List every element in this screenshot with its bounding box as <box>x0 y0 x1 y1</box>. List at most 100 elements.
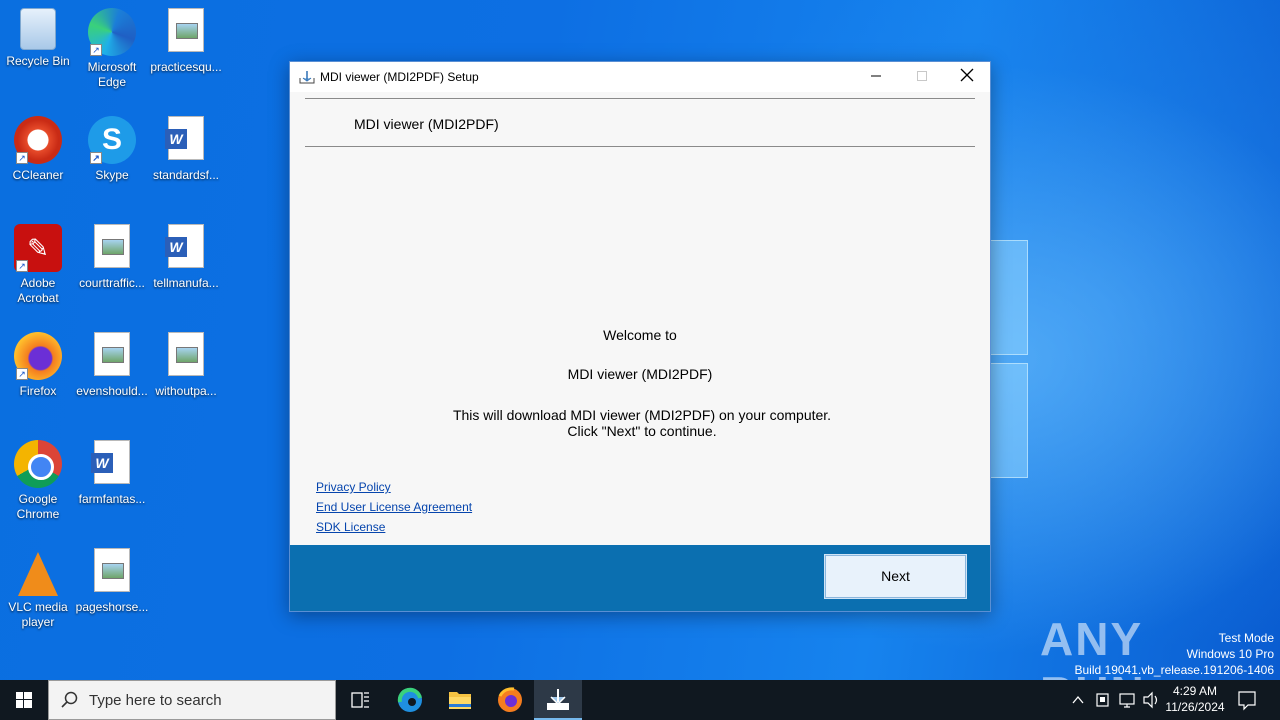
speaker-icon <box>1143 691 1158 709</box>
desktop-icon-ccleaner[interactable]: ↗ CCleaner <box>0 116 76 183</box>
taskbar-clock[interactable]: 4:29 AM 11/26/2024 <box>1160 683 1230 715</box>
search-icon <box>61 691 78 708</box>
vlc-icon <box>14 548 62 596</box>
edge-icon: ↗ <box>88 8 136 56</box>
edge-icon <box>397 687 422 712</box>
description-line-2: Click "Next" to continue. <box>567 423 717 439</box>
desktop-icon-adobe-acrobat[interactable]: ✎ ↗ Adobe Acrobat <box>0 224 76 306</box>
footer-bar: Next <box>290 545 990 611</box>
desktop-icon-label: practicesqu... <box>150 60 222 74</box>
taskbar: Type here to search 4:29 AM 11/26/2024 <box>0 680 1280 720</box>
next-button[interactable]: Next <box>824 554 967 599</box>
desktop-icon-label: Skype <box>95 168 129 182</box>
close-button[interactable] <box>944 62 990 92</box>
window-title: MDI viewer (MDI2PDF) Setup <box>320 70 479 84</box>
tray-device-icon-button[interactable] <box>1092 680 1114 720</box>
folder-icon <box>449 692 471 709</box>
desktop-icon-label: withoutpa... <box>155 384 217 398</box>
network-icon <box>1119 693 1135 708</box>
eula-link[interactable]: End User License Agreement <box>316 500 472 514</box>
desktop-icon-firefox[interactable]: ↗ Firefox <box>0 332 76 399</box>
desktop-icon-file[interactable]: courttraffic... <box>74 224 150 291</box>
header-title: MDI viewer (MDI2PDF) <box>354 116 499 132</box>
desktop-icon-label: courttraffic... <box>79 276 145 290</box>
search-placeholder: Type here to search <box>89 692 222 709</box>
desktop-icon-microsoft-edge[interactable]: ↗ Microsoft Edge <box>74 8 150 90</box>
installer-icon <box>299 71 315 84</box>
taskbar-setup-app[interactable] <box>534 680 582 720</box>
desktop-icon-label: tellmanufa... <box>153 276 219 290</box>
image-file-icon <box>94 224 130 268</box>
minimize-icon <box>871 75 881 77</box>
header-divider-top <box>305 98 975 99</box>
close-icon <box>960 68 974 82</box>
minimize-button[interactable] <box>853 62 899 92</box>
desktop-icon-label: Recycle Bin <box>6 54 70 68</box>
desktop-icon-file[interactable]: evenshould... <box>74 332 150 399</box>
desktop-icon-file[interactable]: pageshorse... <box>74 548 150 615</box>
desktop-icon-google-chrome[interactable]: Google Chrome <box>0 440 76 522</box>
sdk-license-link[interactable]: SDK License <box>316 520 385 534</box>
desktop-icon-file[interactable]: withoutpa... <box>148 332 224 399</box>
title-bar[interactable]: MDI viewer (MDI2PDF) Setup <box>290 62 990 92</box>
device-icon <box>1096 693 1109 707</box>
adobe-acrobat-icon: ✎ ↗ <box>14 224 62 272</box>
chevron-up-icon <box>1072 695 1084 704</box>
taskbar-file-explorer[interactable] <box>436 680 484 720</box>
desktop-icon-label: evenshould... <box>76 384 148 398</box>
ccleaner-icon: ↗ <box>14 116 62 164</box>
maximize-button[interactable] <box>899 62 945 92</box>
desktop-icon-label: Microsoft Edge <box>87 60 137 89</box>
desktop-icon-skype[interactable]: S ↗ Skype <box>74 116 150 183</box>
clock-date: 11/26/2024 <box>1165 700 1225 714</box>
desktop-icon-label: pageshorse... <box>75 600 149 614</box>
welcome-text: Welcome to <box>603 327 677 343</box>
desktop-icon-file[interactable]: W tellmanufa... <box>148 224 224 291</box>
start-button[interactable] <box>0 680 48 720</box>
desktop-icon-label: Adobe Acrobat <box>17 276 59 305</box>
network-button[interactable] <box>1116 680 1138 720</box>
task-view-icon <box>351 692 369 708</box>
desktop-icon-label: standardsf... <box>152 168 220 182</box>
chrome-icon <box>14 440 62 488</box>
task-view-button[interactable] <box>336 680 384 720</box>
desktop-icon-file[interactable]: W standardsf... <box>148 116 224 183</box>
windows-logo-wallpaper <box>988 240 1030 480</box>
skype-icon: S ↗ <box>88 116 136 164</box>
desktop-icon-label: farmfantas... <box>78 492 146 506</box>
firefox-icon <box>498 687 522 712</box>
product-name: MDI viewer (MDI2PDF) <box>567 366 713 382</box>
firefox-icon: ↗ <box>14 332 62 380</box>
word-document-icon: W <box>91 440 130 484</box>
image-file-icon <box>168 8 204 52</box>
clock-time: 4:29 AM <box>1172 684 1218 698</box>
recycle-bin-icon <box>20 8 56 50</box>
setup-window: MDI viewer (MDI2PDF) Setup MDI viewer (M… <box>289 61 991 612</box>
privacy-policy-link[interactable]: Privacy Policy <box>316 480 391 494</box>
header-divider-bottom <box>305 146 975 147</box>
desktop-icon-vlc[interactable]: VLC media player <box>0 548 76 630</box>
desktop-icon-label: VLC media player <box>8 600 68 629</box>
desktop-icon-label: Google Chrome <box>16 492 60 521</box>
desktop-icon-label: Firefox <box>19 384 57 398</box>
desktop-icon-recycle-bin[interactable]: Recycle Bin <box>0 8 76 69</box>
image-file-icon <box>168 332 204 376</box>
test-mode-text: Test Mode Windows 10 Pro Build 19041.vb_… <box>1074 631 1275 677</box>
image-file-icon <box>94 548 130 592</box>
maximize-icon <box>917 71 927 81</box>
taskbar-search-box[interactable]: Type here to search <box>48 680 336 720</box>
notification-icon <box>1238 691 1256 711</box>
desktop-icon-label: CCleaner <box>12 168 64 182</box>
windows-start-icon <box>16 692 32 708</box>
description-line-1: This will download MDI viewer (MDI2PDF) … <box>452 407 832 423</box>
desktop-icon-file[interactable]: practicesqu... <box>148 8 224 75</box>
installer-icon <box>547 689 569 710</box>
show-hidden-icons-button[interactable] <box>1068 680 1088 720</box>
volume-button[interactable] <box>1140 680 1162 720</box>
desktop-icon-file[interactable]: W farmfantas... <box>74 440 150 507</box>
notifications-button[interactable] <box>1234 680 1260 720</box>
word-document-icon: W <box>165 116 204 160</box>
taskbar-firefox[interactable] <box>486 680 534 720</box>
taskbar-edge[interactable] <box>386 680 434 720</box>
image-file-icon <box>94 332 130 376</box>
